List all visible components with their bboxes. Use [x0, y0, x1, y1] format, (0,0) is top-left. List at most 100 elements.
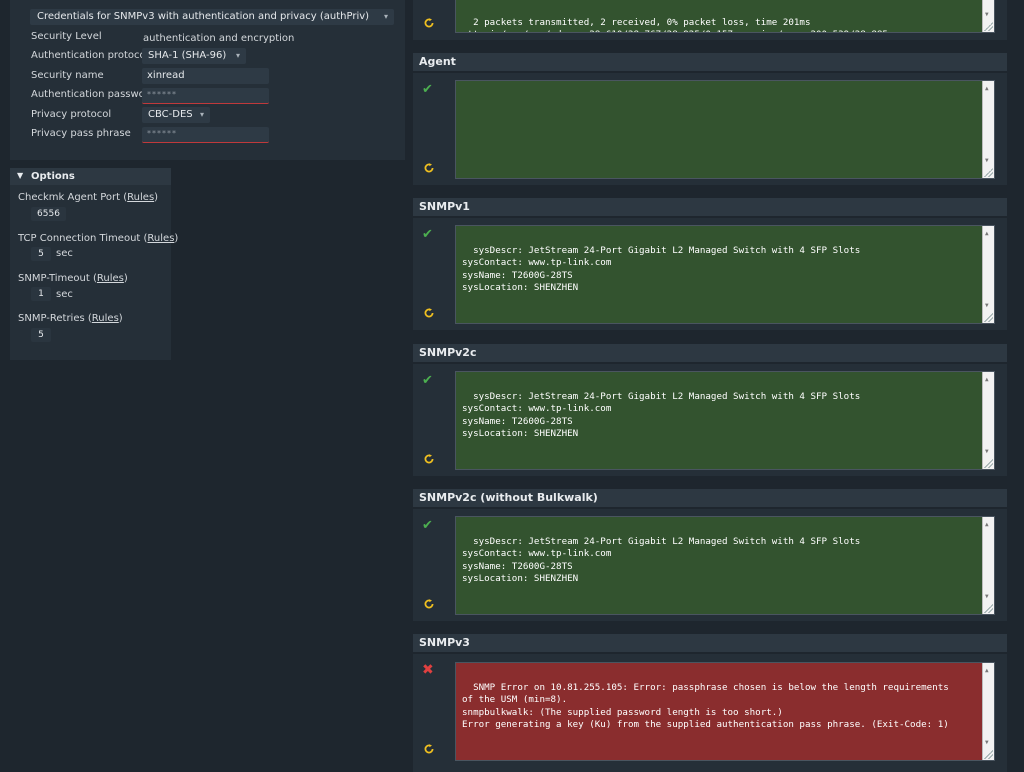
section-title-snmpv2c: SNMPv2c	[419, 346, 477, 359]
agent-port-label-text: Checkmk Agent Port	[18, 192, 121, 203]
agent-port-rules-link[interactable]: Rules	[127, 192, 154, 203]
snmp-timeout-unit: sec	[56, 289, 73, 300]
reload-icon[interactable]	[424, 599, 434, 609]
snmp-retries-input[interactable]: 5	[31, 328, 51, 342]
section-header-snmpv2c-no-bulkwalk: SNMPv2c (without Bulkwalk)	[413, 489, 1007, 507]
snmpv3-scrollbar[interactable]: ▲ ▼	[982, 663, 994, 760]
snmpv2c-scrollbar[interactable]: ▲ ▼	[982, 372, 994, 469]
snmpv2c-output[interactable]: sysDescr: JetStream 24-Port Gigabit L2 M…	[455, 371, 995, 470]
agent-port-input[interactable]: 6556	[31, 207, 66, 221]
scroll-up-icon: ▲	[985, 85, 989, 92]
auth-protocol-select[interactable]: SHA-1 (SHA-96) ▾	[142, 48, 246, 64]
tcp-timeout-value: 5	[38, 249, 44, 259]
snmp-timeout-label: SNMP-Timeout (Rules)	[18, 273, 128, 284]
snmp-timeout-value: 1	[38, 289, 44, 299]
options-title: Options	[31, 171, 75, 182]
snmp-retries-rules-paren: (Rules)	[87, 313, 123, 324]
snmpv1-output[interactable]: sysDescr: JetStream 24-Port Gigabit L2 M…	[455, 225, 995, 324]
resize-grip-icon[interactable]	[984, 313, 993, 322]
check-icon: ✔	[422, 518, 433, 533]
snmpv1-scrollbar[interactable]: ▲ ▼	[982, 226, 994, 323]
reload-icon[interactable]	[424, 163, 434, 173]
agent-port-value: 6556	[37, 209, 60, 219]
snmp-timeout-label-text: SNMP-Timeout	[18, 273, 90, 284]
snmp-retries-value: 5	[38, 330, 44, 340]
agent-port-rules-paren: (Rules)	[123, 192, 159, 203]
privacy-protocol-select[interactable]: CBC-DES ▾	[142, 107, 210, 123]
chevron-down-icon: ▾	[235, 51, 240, 60]
snmpv2c-no-bulkwalk-scrollbar[interactable]: ▲ ▼	[982, 517, 994, 614]
section-header-agent: Agent	[413, 53, 1007, 71]
tcp-timeout-rules-paren: (Rules)	[143, 233, 179, 244]
reload-icon[interactable]	[424, 744, 434, 754]
scroll-up-icon: ▲	[985, 521, 989, 528]
credentials-type-value: Credentials for SNMPv3 with authenticati…	[37, 11, 370, 22]
section-header-snmpv2c: SNMPv2c	[413, 344, 1007, 362]
chevron-down-icon: ▾	[199, 110, 204, 119]
scroll-up-icon: ▲	[985, 667, 989, 674]
tcp-timeout-label: TCP Connection Timeout (Rules)	[18, 233, 178, 244]
security-name-label: Security name	[31, 70, 104, 81]
snmpv2c-no-bulkwalk-output-text: sysDescr: JetStream 24-Port Gigabit L2 M…	[462, 535, 861, 585]
security-level-value: authentication and encryption	[143, 33, 295, 44]
reload-icon[interactable]	[424, 18, 434, 28]
snmp-timeout-rules-paren: (Rules)	[93, 273, 128, 284]
snmp-retries-label: SNMP-Retries (Rules)	[18, 313, 123, 324]
tcp-timeout-input[interactable]: 5	[31, 247, 51, 261]
scroll-down-icon: ▼	[985, 739, 989, 747]
ping-output-text: 2 packets transmitted, 2 received, 0% pa…	[462, 16, 905, 32]
section-title-snmpv3: SNMPv3	[419, 636, 470, 649]
snmpv1-output-text: sysDescr: JetStream 24-Port Gigabit L2 M…	[462, 244, 861, 294]
section-title-snmpv2c-no-bulkwalk: SNMPv2c (without Bulkwalk)	[419, 491, 598, 504]
credentials-type-select[interactable]: Credentials for SNMPv3 with authenticati…	[30, 9, 394, 25]
scroll-up-icon: ▲	[985, 230, 989, 237]
section-title-snmpv1: SNMPv1	[419, 200, 470, 213]
check-icon: ✔	[422, 227, 433, 242]
scroll-down-icon: ▼	[985, 448, 989, 456]
privacy-passphrase-input[interactable]: ******	[142, 127, 269, 143]
auth-password-mask: ******	[147, 90, 177, 99]
security-level-label: Security Level	[31, 31, 102, 42]
snmp-retries-rules-link[interactable]: Rules	[92, 313, 119, 324]
tcp-timeout-label-text: TCP Connection Timeout	[18, 233, 141, 244]
reload-icon[interactable]	[424, 454, 434, 464]
resize-grip-icon[interactable]	[984, 22, 993, 31]
scroll-down-icon: ▼	[985, 11, 989, 19]
snmp-retries-label-text: SNMP-Retries	[18, 313, 85, 324]
privacy-passphrase-mask: ******	[147, 129, 177, 138]
resize-grip-icon[interactable]	[984, 459, 993, 468]
snmp-timeout-rules-link[interactable]: Rules	[97, 273, 124, 284]
snmpv3-output[interactable]: SNMP Error on 10.81.255.105: Error: pass…	[455, 662, 995, 761]
chevron-down-icon: ▾	[383, 12, 388, 21]
section-header-snmpv1: SNMPv1	[413, 198, 1007, 216]
auth-protocol-value: SHA-1 (SHA-96)	[148, 50, 227, 61]
ping-output[interactable]: 2 packets transmitted, 2 received, 0% pa…	[455, 0, 995, 33]
security-name-value: xinread	[147, 70, 185, 81]
check-icon: ✔	[422, 82, 433, 97]
auth-protocol-label: Authentication protocol	[31, 50, 149, 61]
snmpv2c-output-text: sysDescr: JetStream 24-Port Gigabit L2 M…	[462, 390, 861, 440]
scroll-up-icon: ▲	[985, 376, 989, 383]
agent-output[interactable]: ▲ ▼	[455, 80, 995, 179]
tcp-timeout-unit: sec	[56, 248, 73, 259]
agent-scrollbar[interactable]: ▲ ▼	[982, 81, 994, 178]
resize-grip-icon[interactable]	[984, 168, 993, 177]
error-x-icon: ✖	[422, 662, 434, 678]
privacy-protocol-value: CBC-DES	[148, 109, 193, 120]
snmpv2c-no-bulkwalk-output[interactable]: sysDescr: JetStream 24-Port Gigabit L2 M…	[455, 516, 995, 615]
snmp-timeout-input[interactable]: 1	[31, 287, 51, 301]
section-title-agent: Agent	[419, 55, 456, 68]
collapse-triangle-icon[interactable]: ▼	[17, 171, 23, 180]
tcp-timeout-rules-link[interactable]: Rules	[147, 233, 174, 244]
privacy-passphrase-label: Privacy pass phrase	[31, 128, 131, 139]
resize-grip-icon[interactable]	[984, 750, 993, 759]
scroll-down-icon: ▼	[985, 302, 989, 310]
auth-password-input[interactable]: ******	[142, 88, 269, 104]
agent-port-label: Checkmk Agent Port (Rules)	[18, 192, 158, 203]
security-name-input[interactable]: xinread	[142, 68, 269, 84]
check-icon: ✔	[422, 373, 433, 388]
resize-grip-icon[interactable]	[984, 604, 993, 613]
section-header-snmpv3: SNMPv3	[413, 634, 1007, 652]
reload-icon[interactable]	[424, 308, 434, 318]
scroll-down-icon: ▼	[985, 593, 989, 601]
